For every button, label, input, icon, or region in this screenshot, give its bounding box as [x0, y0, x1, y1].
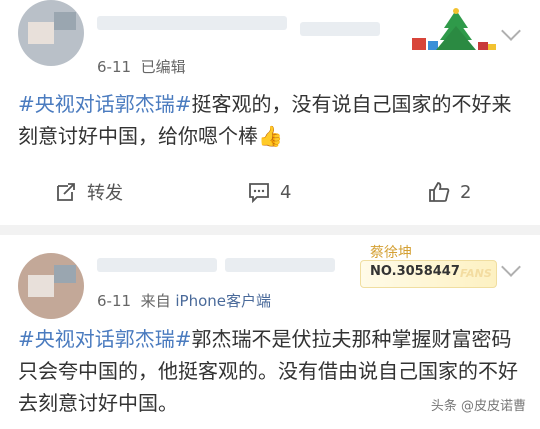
comment-count: 4	[280, 181, 292, 203]
comment-icon	[249, 183, 269, 203]
like-count: 2	[460, 181, 472, 203]
repost-button[interactable]: 转发	[55, 172, 123, 212]
thumbs-up-emoji: 👍	[258, 124, 283, 148]
source-client[interactable]: iPhone客户端	[175, 292, 271, 310]
post-text: #央视对话郭杰瑞#挺客观的，没有说自己国家的不好来刻意讨好中国，给你嗯个棒👍	[18, 88, 523, 152]
blurred-username	[97, 258, 217, 272]
badge-number: NO.3058447	[370, 264, 460, 279]
repost-icon	[57, 183, 75, 201]
post-date: 6-11	[97, 292, 132, 310]
avatar[interactable]	[18, 0, 84, 66]
avatar[interactable]	[18, 253, 84, 319]
edited-status: 已编辑	[140, 58, 186, 76]
comment-button[interactable]: 4	[248, 172, 291, 212]
blurred-username-extra	[300, 22, 380, 36]
source-prefix: 来自	[140, 292, 171, 310]
post-separator	[0, 225, 540, 235]
fan-badge[interactable]: 蔡徐坤 NO.3058447 FANS	[360, 240, 500, 290]
blurred-username-extra	[225, 258, 335, 272]
hashtag-link[interactable]: #央视对话郭杰瑞#	[18, 92, 192, 116]
post-date: 6-11	[97, 58, 132, 76]
blurred-username	[97, 16, 287, 30]
watermark: 头条 @皮皮诺曹	[430, 399, 526, 414]
like-button[interactable]: 2	[428, 172, 471, 212]
hashtag-link[interactable]: #央视对话郭杰瑞#	[18, 327, 192, 351]
badge-fans-text: FANS	[460, 267, 492, 280]
christmas-tree-icon	[412, 8, 496, 50]
chevron-down-icon[interactable]	[501, 21, 521, 41]
badge-idol-name: 蔡徐坤	[370, 245, 412, 261]
post-meta: 6-11 来自 iPhone客户端	[97, 290, 271, 311]
post-meta: 6-11 已编辑	[97, 56, 186, 77]
like-icon	[429, 182, 450, 202]
repost-label: 转发	[87, 183, 123, 204]
weibo-post-1: 6-11 已编辑 #央视对话郭杰瑞#挺客观的，没有说自己国家的不好来刻意讨好中国…	[0, 0, 540, 225]
action-bar: 转发 4 2	[0, 172, 540, 212]
